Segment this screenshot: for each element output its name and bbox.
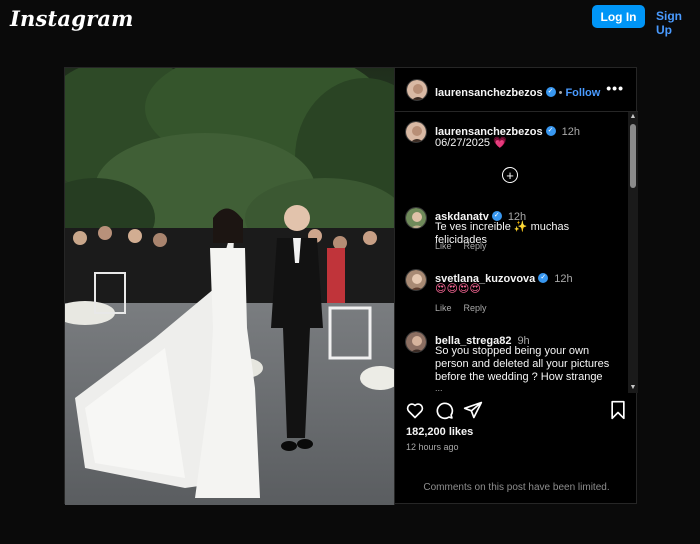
avatar-image <box>406 332 426 352</box>
comment-text: So you stopped being your own person and… <box>435 345 610 383</box>
comments-limited-notice: Comments on this post have been limited. <box>423 482 610 493</box>
comments-scrollbar[interactable]: ▲ ▼ <box>628 112 638 393</box>
instagram-logo[interactable]: Instagram <box>10 6 134 31</box>
avatar-image <box>406 208 426 228</box>
caption-date: 06/27/2025 <box>435 137 491 149</box>
avatar-image <box>406 122 426 142</box>
bookmark-icon[interactable] <box>609 400 627 420</box>
avatar-image <box>407 80 427 100</box>
reply-button[interactable]: Reply <box>464 303 487 313</box>
scrollbar-thumb[interactable] <box>630 124 636 188</box>
comment-more-indicator: ... <box>435 383 443 393</box>
verified-icon: ✓ <box>545 86 556 97</box>
comment-avatar[interactable] <box>405 207 427 229</box>
caption-avatar[interactable] <box>405 121 427 143</box>
verified-icon: ✓ <box>538 272 549 283</box>
comments-scroll-area[interactable]: laurensanchezbezos ✓ 12h 06/27/2025 💗 + as… <box>395 112 638 393</box>
comment-text: 😍😍😍😍 <box>435 283 481 295</box>
comment-item: askdanatv ✓ 12h Te ves increible ✨ muchas … <box>395 207 627 257</box>
post-card: laurensanchezbezos ✓ • Follow ••• laurensan… <box>64 67 638 505</box>
scroll-down-icon[interactable]: ▼ <box>629 384 637 392</box>
reply-button[interactable]: Reply <box>464 241 487 251</box>
heart-icon[interactable] <box>405 400 425 420</box>
comment-avatar[interactable] <box>405 331 427 353</box>
avatar-image <box>406 270 426 290</box>
like-comment-button[interactable]: Like <box>435 241 452 251</box>
author-avatar[interactable] <box>406 79 428 101</box>
comment-item: bella_strega82 9h So you stopped being yo… <box>395 331 627 393</box>
comment-actions: Like Reply <box>435 303 499 313</box>
separator-dot: • <box>558 87 563 99</box>
scroll-up-icon[interactable]: ▲ <box>629 113 637 121</box>
post-sidebar: laurensanchezbezos ✓ • Follow ••• laurensan… <box>394 68 638 505</box>
caption-text: 06/27/2025 💗 <box>435 136 507 149</box>
like-count[interactable]: 182,200 likes <box>406 426 473 438</box>
like-comment-button[interactable]: Like <box>435 303 452 313</box>
sign-up-link[interactable]: Sign Up <box>656 9 700 37</box>
post-photo[interactable] <box>65 68 394 505</box>
more-options-icon[interactable]: ••• <box>606 80 624 96</box>
post-timestamp[interactable]: 12 hours ago <box>406 442 459 452</box>
verified-icon: ✓ <box>545 125 556 136</box>
comment-avatar[interactable] <box>405 269 427 291</box>
header-user-line: laurensanchezbezos ✓ • Follow <box>435 83 600 101</box>
comment-actions: Like Reply <box>435 241 499 251</box>
comment-item: svetlana_kuzovova ✓ 12h 😍😍😍😍 Like Reply <box>395 269 627 319</box>
caption-time: 12h <box>561 126 580 138</box>
follow-button[interactable]: Follow <box>565 87 600 99</box>
wedding-photo-image <box>65 68 394 505</box>
post-header: laurensanchezbezos ✓ • Follow ••• <box>395 68 638 112</box>
pink-heart-emoji: 💗 <box>493 137 507 149</box>
share-icon[interactable] <box>463 400 483 420</box>
log-in-button[interactable]: Log In <box>592 5 645 28</box>
verified-icon: ✓ <box>491 210 502 221</box>
post-actions <box>395 400 638 422</box>
add-icon[interactable]: + <box>502 167 518 183</box>
top-bar: Instagram Log In Sign Up <box>0 0 700 40</box>
author-username[interactable]: laurensanchezbezos <box>435 87 543 99</box>
comment-icon[interactable] <box>434 400 454 420</box>
